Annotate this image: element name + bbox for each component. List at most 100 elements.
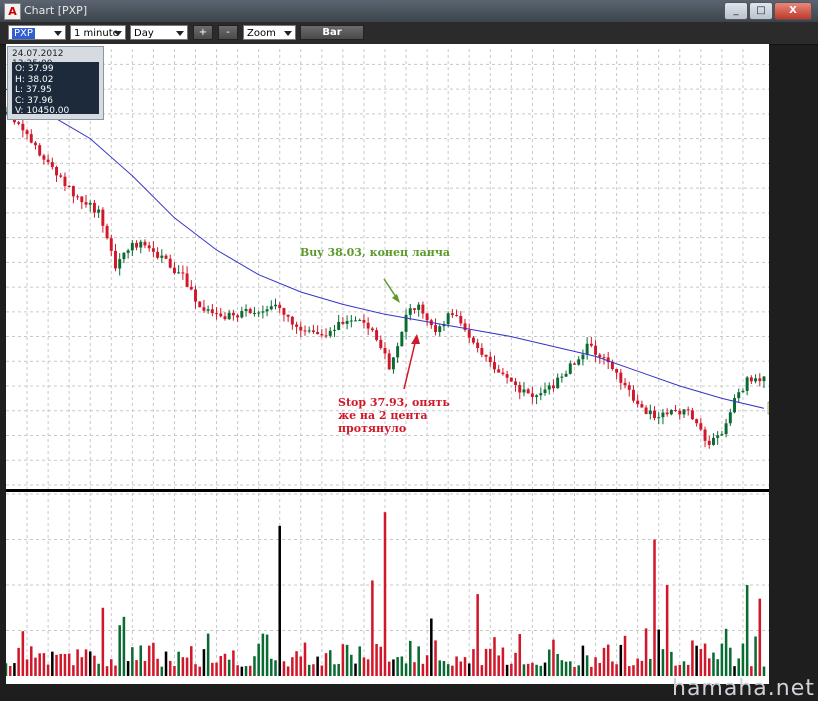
candle-body [67,186,71,188]
volume-bar [76,649,79,676]
candle-body [585,343,589,355]
candle-body [514,381,518,386]
candle-body [526,389,530,394]
volume-bar [299,656,303,676]
volume-bar [51,651,54,676]
volume-bar [8,665,12,676]
volume-bar [72,665,75,676]
volume-bar [147,645,151,676]
zoom-in-button[interactable]: + [193,25,213,40]
candle-body [707,440,711,445]
volume-bar [328,650,332,676]
volume-bar [114,665,117,676]
app-logo-icon: A [4,3,21,20]
maximize-button[interactable]: □ [749,2,773,20]
volume-bar [59,653,63,676]
volume-bar [640,660,644,676]
volume-bar [674,665,677,676]
candle-body [375,330,379,340]
candle-body [185,273,189,287]
window-titlebar: A Chart [PXP] _ □ X [0,0,818,23]
volume-bar [219,656,223,676]
candle-body [539,393,543,396]
symbol-value: PXP [12,28,35,39]
volume-bar [341,644,345,676]
close-button[interactable]: X [774,2,812,20]
volume-bar [63,654,67,676]
volume-bar [657,629,660,676]
candle-body [219,313,223,317]
candle-body [252,313,256,315]
zoom-out-button[interactable]: - [218,25,238,40]
volume-bar [110,659,113,676]
candle-body [135,242,139,248]
candle-body [198,301,202,308]
volume-bar [173,666,176,676]
ohlc-values: O: 37.99 H: 38.02 L: 37.95 C: 37.96 V: 1… [12,62,99,116]
chart-area[interactable]: 39.0038.9038.8038.7038.6038.5038.4038.30… [6,44,769,684]
volume-bar [539,665,543,676]
stop-annotation-line-2: же на 2 цента [338,409,428,422]
volume-bar [699,648,703,676]
volume-bar [244,666,248,676]
volume-bar [316,656,319,676]
candle-body [328,330,332,336]
candle-body [665,412,669,415]
candle-body [387,353,391,370]
volume-bar [493,637,496,676]
candle-body [76,196,80,198]
chevron-down-icon [176,31,184,36]
candle-body [21,123,25,131]
candle-body [341,321,345,324]
candle-body [299,326,303,331]
volume-bar [392,659,395,676]
candle-body [589,343,593,346]
volume-bar [526,663,530,676]
candle-body [509,377,513,382]
candle-body [366,322,370,329]
volume-bar [476,594,479,676]
stop-annotation: Stop 37.93, опять же на 2 цента протянул… [338,396,450,435]
volume-bar [168,660,172,676]
zoom-select[interactable]: Zoom [243,25,296,40]
stop-annotation-line-1: Stop 37.93, опять [338,396,450,409]
candle-body [497,369,501,373]
volume-bar [602,647,606,676]
candle-body [711,437,715,445]
candle-body [278,304,282,309]
volume-bar [105,666,109,676]
volume-bar [522,664,526,676]
period-select[interactable]: Day [130,25,188,40]
volume-bar [720,643,724,676]
candle-body [619,372,623,383]
interval-select[interactable]: 1 minute [70,25,126,40]
candle-body [349,320,353,322]
candle-body [29,134,33,143]
volume-bar [211,662,214,676]
candle-body [269,306,273,310]
volume-bar [387,661,391,676]
candle-body [88,202,92,205]
volume-bar [598,663,602,676]
candle-body [568,363,572,374]
volume-bar [505,664,509,676]
candle-body [370,328,374,331]
candle-body [324,335,328,337]
symbol-select[interactable]: PXP [8,25,66,40]
stop-arrow-head [411,334,420,344]
candle-body [484,354,488,357]
volume-bar [531,662,534,676]
volume-bar [42,653,46,676]
volume-bar [510,663,513,676]
bar-style-button[interactable]: Bar [300,25,364,40]
volume-bar [366,659,370,676]
volume-bar [754,636,757,676]
candle-body [261,311,265,313]
volume-bar [455,656,458,676]
minimize-button[interactable]: _ [724,2,748,20]
volume-bar [480,665,484,676]
volume-bar [55,654,58,676]
volume-bar [451,665,454,676]
candle-body [101,209,105,226]
candle-body [383,348,387,354]
